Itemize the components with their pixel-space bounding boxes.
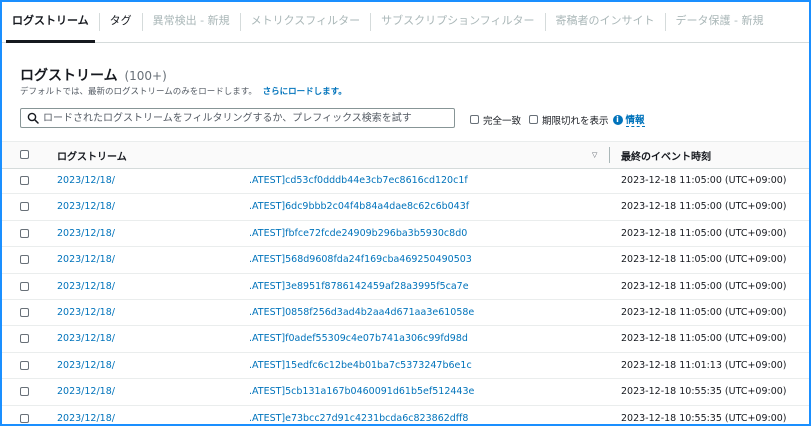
exact-match-checkbox[interactable] (470, 115, 479, 124)
log-stream-id-link[interactable]: .ATEST]6dc9bbb2c04f4b84a4dae8c62c6b043f (249, 201, 469, 212)
log-stream-link[interactable]: 2023/12/18/ (57, 333, 115, 344)
last-event-time: 2023-12-18 10:55:35 (UTC+09:00) (621, 386, 787, 398)
last-event-time: 2023-12-18 11:01:13 (UTC+09:00) (621, 359, 787, 371)
row-checkbox[interactable] (20, 360, 29, 370)
table-row: 2023/12/18/ .ATEST]f0adef55309c4e07b741a3… (2, 326, 809, 353)
table-row: 2023/12/18/ .ATEST]5cb131a167b0460091d61b… (2, 379, 809, 406)
log-stream-id-link[interactable]: .ATEST]15edfc6c12be4b01ba7c5373247b6e1c (249, 360, 472, 371)
show-expired-checkbox[interactable] (529, 115, 539, 124)
row-checkbox[interactable] (20, 413, 29, 423)
log-group-panel: ログストリーム タグ 異常検出 - 新規 メトリクスフィルター サブスクリプションフィル… (0, 0, 811, 426)
table-row: 2023/12/18/ .ATEST]6dc9bbb2c04f4b84a4dae8… (2, 194, 809, 221)
last-event-time: 2023-12-18 11:05:00 (UTC+09:00) (621, 333, 787, 345)
sort-descending-icon[interactable]: ▽ (592, 151, 597, 159)
tab-0[interactable]: ログストリーム (2, 2, 99, 43)
log-stream-link[interactable]: 2023/12/18/ (57, 228, 115, 239)
log-stream-id-link[interactable]: .ATEST]5cb131a167b0460091d61b5ef512443e (249, 386, 474, 397)
last-event-time: 2023-12-18 11:05:00 (UTC+09:00) (621, 307, 787, 318)
last-event-time: 2023-12-18 10:55:35 (UTC+09:00) (621, 412, 787, 424)
last-event-time: 2023-12-18 11:05:00 (UTC+09:00) (621, 254, 787, 266)
row-checkbox[interactable] (20, 308, 29, 317)
row-checkbox[interactable] (20, 334, 29, 344)
log-stream-id-link[interactable]: .ATEST]f0adef55309c4e07b741a306c99fd98d (249, 333, 468, 344)
log-stream-link[interactable]: 2023/12/18/ (57, 175, 115, 186)
tab-4: サブスクリプションフィルター (381, 14, 535, 27)
column-resize-handle[interactable] (609, 147, 610, 163)
last-event-time: 2023-12-18 11:05:00 (UTC+09:00) (621, 175, 787, 186)
log-stream-id-link[interactable]: .ATEST]cd53cf0dddb44e3cb7ec8616cd120c1f (249, 175, 468, 186)
log-stream-link[interactable]: 2023/12/18/ (57, 413, 115, 424)
log-stream-link[interactable]: 2023/12/18/ (57, 201, 115, 212)
log-stream-link[interactable]: 2023/12/18/ (57, 307, 115, 318)
table-row: 2023/12/18/ .ATEST]cd53cf0dddb44e3cb7ec86… (2, 168, 809, 195)
last-event-time: 2023-12-18 11:05:00 (UTC+09:00) (621, 280, 787, 292)
section-title-text: ログストリーム (20, 68, 118, 84)
row-checkbox[interactable] (20, 228, 29, 238)
table-row: 2023/12/18/ .ATEST]fbfce72fcde24909b296ba… (2, 221, 809, 248)
show-expired-label: 期限切れを表示 (542, 115, 609, 127)
log-stream-link[interactable]: 2023/12/18/ (57, 281, 115, 292)
row-checkbox[interactable] (20, 387, 29, 397)
row-checkbox[interactable] (20, 281, 29, 291)
last-event-time: 2023-12-18 11:05:00 (UTC+09:00) (621, 227, 787, 239)
row-checkbox[interactable] (20, 255, 29, 265)
exact-match-label: 完全一致 (483, 115, 522, 127)
table-header: ログストリーム ▽ 最終のイベント時刻 (2, 141, 809, 169)
table-row: 2023/12/18/ .ATEST]568d9608fda24f169cba46… (2, 247, 809, 274)
tab-3: メトリクスフィルター (250, 14, 361, 27)
info-icon[interactable]: i (612, 114, 623, 125)
log-stream-link[interactable]: 2023/12/18/ (57, 386, 115, 397)
log-stream-id-link[interactable]: .ATEST]e73bcc27d91c4231bcda6c823862dff8 (249, 413, 468, 424)
search-input[interactable] (41, 109, 448, 127)
last-event-time: 2023-12-18 11:05:00 (UTC+09:00) (621, 201, 787, 213)
section-title: ログストリーム (100+) (20, 65, 167, 85)
stream-count: (100+) (124, 69, 167, 83)
column-header-log-stream[interactable]: ログストリーム (57, 148, 127, 163)
log-stream-id-link[interactable]: .ATEST]fbfce72fcde24909b296ba3b5930c8d0 (249, 228, 467, 239)
tab-5: 寄稿者のインサイト (555, 14, 655, 27)
search-options: 完全一致 期限切れを表示 i 情報 (470, 112, 645, 127)
table-row: 2023/12/18/ .ATEST]e73bcc27d91c4231bcda6c… (2, 406, 809, 424)
row-checkbox[interactable] (20, 176, 29, 185)
row-checkbox[interactable] (20, 202, 29, 212)
log-stream-link[interactable]: 2023/12/18/ (57, 360, 115, 371)
tab-1[interactable]: タグ (100, 2, 142, 42)
table-row: 2023/12/18/ .ATEST]3e8951f8786142459af28a… (2, 274, 809, 300)
select-all-checkbox[interactable] (20, 150, 29, 159)
log-stream-id-link[interactable]: .ATEST]0858f256d3ad4b2aa4d671aa3e61058e (249, 307, 474, 318)
tab-bar: ログストリーム タグ 異常検出 - 新規 メトリクスフィルター サブスクリプションフィル… (2, 2, 809, 43)
load-more-link[interactable]: さらにロードします。 (263, 87, 347, 97)
search-icon (27, 112, 39, 124)
table-row: 2023/12/18/ .ATEST]15edfc6c12be4b01ba7c53… (2, 353, 809, 380)
info-link[interactable]: 情報 (625, 112, 645, 127)
tab-6: データ保護 - 新規 (675, 14, 764, 27)
log-stream-id-link[interactable]: .ATEST]568d9608fda24f169cba469250490503 (249, 254, 472, 265)
table-row: 2023/12/18/ .ATEST]0858f256d3ad4b2aa4d671… (2, 300, 809, 327)
log-stream-id-link[interactable]: .ATEST]3e8951f8786142459af28a3995f5ca7e (249, 281, 469, 292)
column-header-last-event-time[interactable]: 最終のイベント時刻 (621, 148, 711, 163)
section-description: デフォルトでは、最新のログストリームのみをロードします。 さらにロードします。 (20, 85, 347, 97)
tab-2: 異常検出 - 新規 (152, 14, 230, 27)
log-stream-link[interactable]: 2023/12/18/ (57, 254, 115, 265)
stream-search-box[interactable] (20, 108, 455, 128)
description-text: デフォルトでは、最新のログストリームのみをロードします。 (20, 87, 257, 97)
